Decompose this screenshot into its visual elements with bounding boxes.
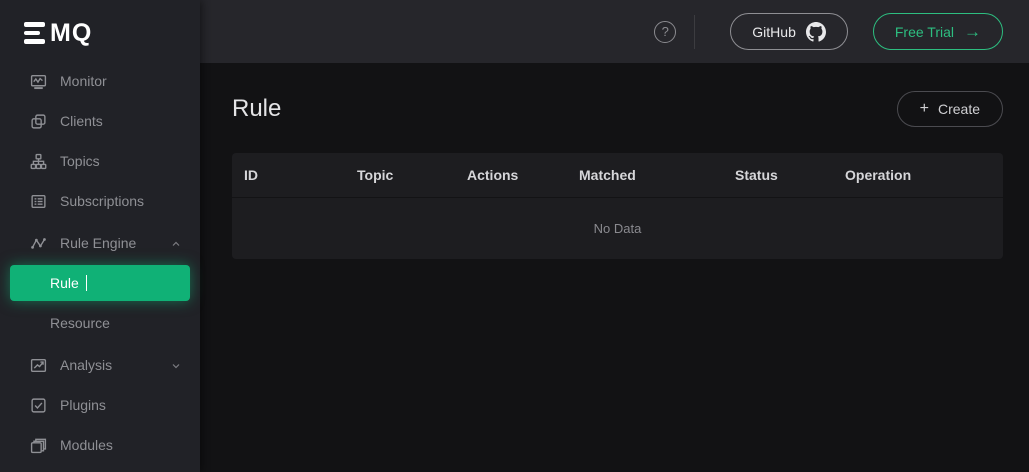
column-header-matched: Matched (579, 167, 735, 183)
monitor-icon (30, 73, 47, 90)
page-title: Rule (232, 95, 281, 123)
top-bar: ? GitHub Free Trial → (200, 0, 1029, 63)
plus-icon: + (920, 100, 929, 118)
sidebar-item-label: Topics (60, 153, 182, 169)
sidebar-item-plugins[interactable]: Plugins (0, 385, 200, 425)
column-header-topic: Topic (357, 167, 467, 183)
sidebar-item-rule[interactable]: Rule (10, 265, 190, 301)
sidebar-item-label: Rule Engine (60, 235, 170, 251)
sidebar-item-label: Subscriptions (60, 193, 182, 209)
topics-icon (30, 153, 47, 170)
table-header-row: ID Topic Actions Matched Status Operatio… (232, 153, 1003, 198)
rule-engine-icon (30, 235, 47, 252)
sidebar-item-monitor[interactable]: Monitor (0, 61, 200, 101)
help-glyph: ? (662, 24, 669, 39)
column-header-status: Status (735, 167, 845, 183)
sidebar: MQ Monitor Clients Topics Subscriptions (0, 0, 200, 472)
sidebar-item-subscriptions[interactable]: Subscriptions (0, 181, 200, 221)
github-icon (806, 22, 826, 42)
sidebar-item-modules[interactable]: Modules (0, 425, 200, 465)
free-trial-button[interactable]: Free Trial → (873, 13, 1003, 50)
sidebar-subitem-label: Resource (50, 315, 110, 331)
sidebar-item-label: Monitor (60, 73, 182, 89)
sidebar-item-rule-engine[interactable]: Rule Engine (0, 223, 200, 263)
logo-text: MQ (50, 19, 92, 48)
free-trial-label: Free Trial (895, 24, 954, 40)
content-header: Rule + Create (232, 91, 1003, 127)
modules-icon (30, 437, 47, 454)
emqx-logo[interactable]: MQ (0, 0, 200, 61)
github-button[interactable]: GitHub (730, 13, 848, 50)
plugins-icon (30, 397, 47, 414)
sidebar-item-label: Analysis (60, 357, 170, 373)
table-empty-row: No Data (232, 198, 1003, 259)
sidebar-item-resource[interactable]: Resource (0, 303, 200, 343)
chevron-up-icon (170, 237, 182, 249)
text-cursor (86, 275, 88, 291)
rules-table: ID Topic Actions Matched Status Operatio… (232, 153, 1003, 259)
topbar-divider (694, 15, 695, 49)
help-icon[interactable]: ? (654, 21, 676, 43)
create-button-label: Create (938, 101, 980, 117)
sidebar-item-topics[interactable]: Topics (0, 141, 200, 181)
app-window: MQ Monitor Clients Topics Subscriptions (0, 0, 1029, 472)
sidebar-item-analysis[interactable]: Analysis (0, 345, 200, 385)
sidebar-item-label: Modules (60, 437, 182, 453)
subscriptions-icon (30, 193, 47, 210)
column-header-id: ID (244, 167, 357, 183)
sidebar-subitem-label: Rule (50, 275, 79, 291)
content-area: Rule + Create ID Topic Actions Matched S… (200, 63, 1029, 472)
sidebar-item-label: Clients (60, 113, 182, 129)
column-header-operation: Operation (845, 167, 1003, 183)
emq-logo-bars-icon (24, 22, 45, 44)
sidebar-item-clients[interactable]: Clients (0, 101, 200, 141)
column-header-actions: Actions (467, 167, 579, 183)
sidebar-item-label: Plugins (60, 397, 182, 413)
no-data-text: No Data (594, 221, 642, 236)
chevron-down-icon (170, 359, 182, 371)
create-button[interactable]: + Create (897, 91, 1003, 127)
github-button-label: GitHub (752, 24, 796, 40)
analysis-icon (30, 357, 47, 374)
main-column: ? GitHub Free Trial → Rule + Create (200, 0, 1029, 472)
clients-icon (30, 113, 47, 130)
arrow-right-icon: → (964, 23, 981, 40)
